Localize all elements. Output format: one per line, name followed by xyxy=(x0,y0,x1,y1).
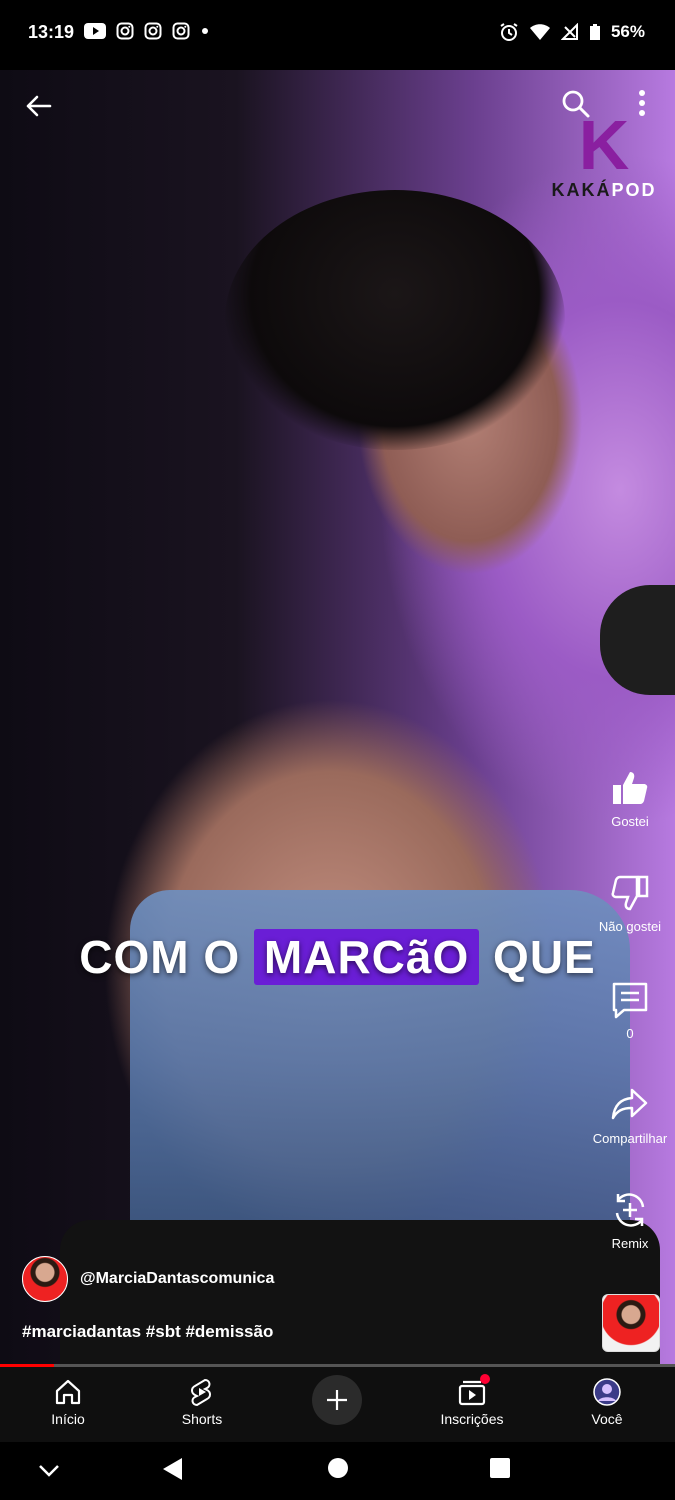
status-time: 13:19 xyxy=(28,22,75,42)
chevron-down-icon[interactable] xyxy=(36,1460,62,1480)
youtube-icon xyxy=(84,23,106,39)
dot-icon xyxy=(202,28,208,34)
kakapod-logo-word: KAKÁPOD xyxy=(551,180,657,200)
caption-highlight: MARCãO xyxy=(253,929,480,985)
instagram-icon xyxy=(172,22,190,40)
wifi-icon xyxy=(529,24,550,40)
channel-handle[interactable]: @MarciaDantascomunica xyxy=(80,1270,274,1288)
remix-label: Remix xyxy=(611,1236,649,1251)
notification-dot xyxy=(480,1374,490,1384)
signal-icon xyxy=(560,23,578,40)
nav-you[interactable]: Você xyxy=(552,1377,662,1427)
caption-text-after: QUE xyxy=(493,931,596,983)
battery-icon xyxy=(589,24,600,40)
alarm-icon xyxy=(500,23,518,41)
short-video[interactable] xyxy=(0,70,675,1365)
status-right: 56% xyxy=(499,22,645,42)
thumb-down-icon xyxy=(611,875,649,911)
system-recents-icon[interactable] xyxy=(489,1457,511,1479)
remix-icon xyxy=(615,1193,645,1227)
instagram-icon xyxy=(144,22,162,40)
share-label: Compartilhar xyxy=(592,1131,668,1146)
dislike-label: Não gostei xyxy=(598,919,662,934)
video-caption: COM O MARCãO QUE xyxy=(0,929,675,985)
channel-row[interactable]: @MarciaDantascomunica xyxy=(22,1256,274,1302)
like-label: Gostei xyxy=(611,814,649,829)
sound-thumbnail[interactable] xyxy=(602,1294,660,1352)
nav-home[interactable]: Início xyxy=(13,1377,123,1427)
nav-shorts[interactable]: Shorts xyxy=(147,1377,257,1427)
system-home-icon[interactable] xyxy=(326,1456,350,1480)
shorts-icon xyxy=(191,1378,211,1407)
status-app-icons xyxy=(84,22,210,40)
kakapod-logo: K KAKÁPOD xyxy=(544,110,664,201)
system-back-icon[interactable] xyxy=(160,1456,184,1482)
caption-text-before: COM O xyxy=(79,931,241,983)
share-button[interactable]: Compartilhar xyxy=(585,1085,675,1146)
comment-icon xyxy=(612,982,648,1019)
nav-subscriptions[interactable]: Inscrições xyxy=(417,1377,527,1427)
nav-you-label: Você xyxy=(591,1411,623,1427)
channel-avatar[interactable] xyxy=(22,1256,68,1302)
home-icon xyxy=(55,1379,81,1405)
nav-home-label: Início xyxy=(51,1411,85,1427)
comments-count: 0 xyxy=(626,1026,634,1041)
profile-avatar-icon xyxy=(593,1378,621,1406)
back-arrow-icon[interactable] xyxy=(22,90,54,122)
instagram-icon xyxy=(116,22,134,40)
like-button[interactable]: Gostei xyxy=(585,768,675,829)
nav-subscriptions-label: Inscrições xyxy=(440,1411,504,1427)
battery-percent: 56% xyxy=(610,22,645,41)
video-microphone xyxy=(600,585,675,695)
nav-shorts-label: Shorts xyxy=(181,1411,223,1427)
bottom-nav: Início Shorts Inscrições Você xyxy=(0,1367,675,1442)
video-hashtags[interactable]: #marciadantas #sbt #demissão xyxy=(22,1322,273,1342)
plus-icon xyxy=(327,1390,347,1410)
create-button[interactable] xyxy=(312,1375,362,1425)
video-subject-hair xyxy=(225,190,565,450)
dislike-button[interactable]: Não gostei xyxy=(585,873,675,934)
share-icon xyxy=(611,1088,648,1120)
status-bar: 13:19 56% xyxy=(0,0,675,70)
system-nav-bar xyxy=(0,1442,675,1500)
thumb-up-icon xyxy=(613,772,648,804)
remix-button[interactable]: Remix xyxy=(585,1190,675,1251)
comments-button[interactable]: 0 xyxy=(585,980,675,1041)
kakapod-logo-mark: K xyxy=(578,106,630,184)
